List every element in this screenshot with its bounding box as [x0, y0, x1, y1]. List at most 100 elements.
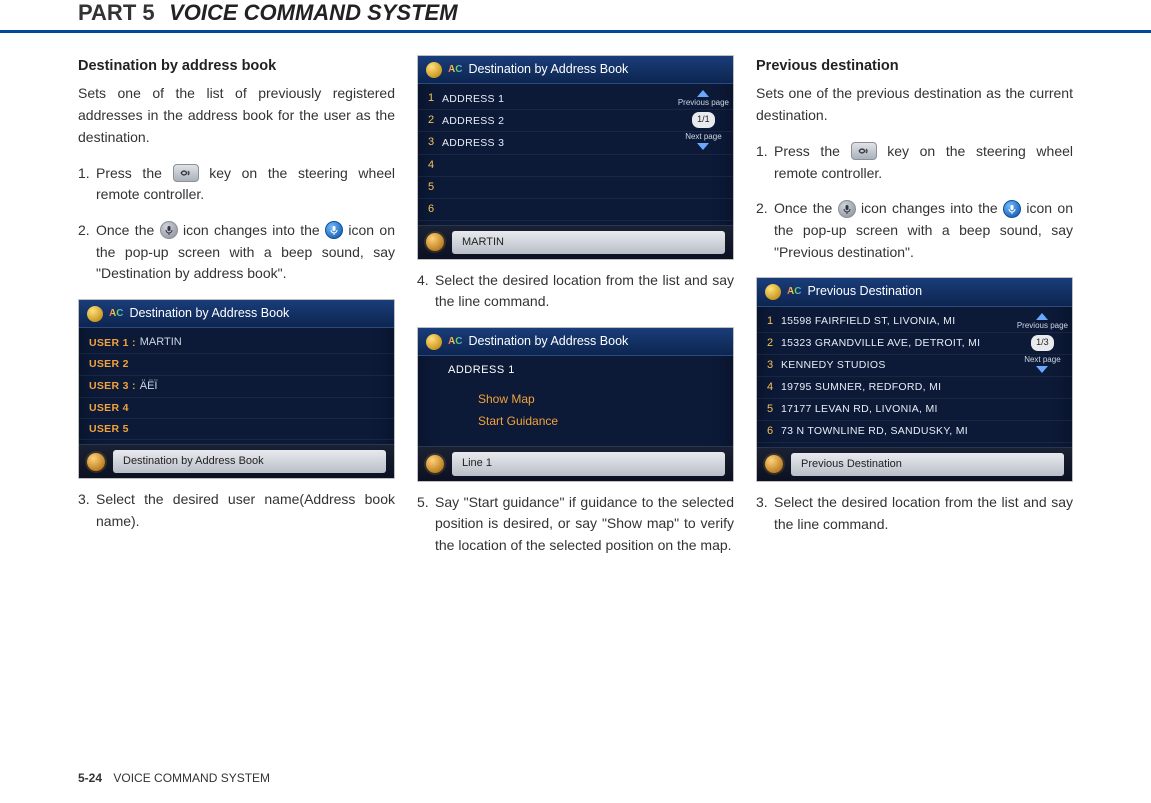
column-2: AC Destination by Address Book 1ADDRESS …	[417, 55, 734, 571]
step-2: 2. Once the icon changes into the icon o…	[78, 220, 395, 285]
step-text: Select the desired location from the lis…	[774, 492, 1073, 535]
step-number: 1.	[756, 141, 774, 184]
screen-footer: Line 1	[418, 446, 733, 480]
screen-header: AC Destination by Address Book	[418, 328, 733, 356]
chevron-down-icon	[1036, 366, 1048, 373]
pager-prev-label: Previous page	[678, 99, 729, 107]
screen-body: 115598 FAIRFIELD ST, LIVONIA, MI 215323 …	[757, 307, 1072, 447]
header-title: VOICE COMMAND SYSTEM	[169, 0, 457, 25]
list-item: USER 3 :ÄËÏ	[79, 376, 394, 398]
section-heading: Previous destination	[756, 55, 1073, 77]
step-text: Once the	[774, 200, 838, 216]
screen-body: USER 1 :MARTIN USER 2 USER 3 :ÄËÏ USER 4…	[79, 328, 394, 444]
step-number: 2.	[756, 198, 774, 263]
screen-header-icon	[426, 62, 442, 78]
ring-icon	[765, 455, 783, 473]
column-1: Destination by address book Sets one of …	[78, 55, 395, 571]
ac-badge: AC	[109, 306, 123, 322]
list-item: 6	[418, 199, 733, 221]
chevron-up-icon	[1036, 313, 1048, 320]
chevron-up-icon	[697, 90, 709, 97]
pager-next-label: Next page	[1024, 356, 1060, 364]
ring-icon	[426, 455, 444, 473]
footer-pill: Previous Destination	[791, 453, 1064, 476]
step-number: 3.	[756, 492, 774, 535]
screen-header: AC Destination by Address Book	[418, 56, 733, 84]
step-text: Say "Start guidance" if guidance to the …	[435, 492, 734, 557]
screen-header: AC Previous Destination	[757, 278, 1072, 306]
list-item: USER 5	[79, 419, 394, 440]
section-intro: Sets one of the list of previously regis…	[78, 83, 395, 148]
step-text: Once the	[96, 222, 160, 238]
page-number: 5-24	[78, 771, 102, 785]
screen-header: AC Destination by Address Book	[79, 300, 394, 328]
list-item: 419795 SUMNER, REDFORD, MI	[757, 377, 1072, 399]
mic-idle-icon	[838, 200, 856, 218]
step-number: 3.	[78, 489, 96, 532]
screenshot-user-list: AC Destination by Address Book USER 1 :M…	[78, 299, 395, 479]
chevron-down-icon	[697, 143, 709, 150]
ring-icon	[87, 453, 105, 471]
selected-address: ADDRESS 1	[448, 362, 733, 379]
footer-pill: Line 1	[452, 452, 725, 475]
screenshot-guidance: AC Destination by Address Book ADDRESS 1…	[417, 327, 734, 481]
pager: Previous page 1/1 Next page	[678, 90, 729, 150]
ac-badge: AC	[448, 62, 462, 78]
step-3: 3. Select the desired location from the …	[756, 492, 1073, 535]
voice-key-icon	[173, 164, 199, 182]
screen-title: Destination by Address Book	[129, 304, 289, 323]
step-text: Select the desired user name(Address boo…	[96, 489, 395, 532]
pager-next-label: Next page	[685, 133, 721, 141]
option-show-map: Show Map	[478, 390, 733, 409]
screen-body: 1ADDRESS 1 2ADDRESS 2 3ADDRESS 3 4 5 6 P…	[418, 84, 733, 224]
list-item: 673 N TOWNLINE RD, SANDUSKY, MI	[757, 421, 1072, 443]
screen-header-icon	[765, 284, 781, 300]
screen-title: Destination by Address Book	[468, 60, 628, 79]
ring-icon	[426, 233, 444, 251]
step-text: icon changes into the	[861, 200, 1003, 216]
screenshot-previous-destination: AC Previous Destination 115598 FAIRFIELD…	[756, 277, 1073, 482]
step-text: Press the	[96, 165, 173, 181]
step-1: 1. Press the key on the steering wheel r…	[78, 163, 395, 206]
footer-label: VOICE COMMAND SYSTEM	[113, 771, 270, 785]
page-footer: 5-24 VOICE COMMAND SYSTEM	[78, 771, 270, 785]
part-label: PART 5	[78, 0, 155, 25]
screen-title: Previous Destination	[807, 282, 922, 301]
ac-badge: AC	[448, 334, 462, 350]
pager-count: 1/3	[1031, 335, 1054, 351]
screen-title: Destination by Address Book	[468, 332, 628, 351]
screen-header-icon	[426, 334, 442, 350]
mic-active-icon	[1003, 200, 1021, 218]
ac-badge: AC	[787, 284, 801, 300]
option-start-guidance: Start Guidance	[478, 412, 733, 431]
step-5: 5. Say "Start guidance" if guidance to t…	[417, 492, 734, 557]
content-columns: Destination by address book Sets one of …	[0, 55, 1151, 571]
screen-footer: MARTIN	[418, 225, 733, 259]
column-3: Previous destination Sets one of the pre…	[756, 55, 1073, 571]
screen-footer: Destination by Address Book	[79, 444, 394, 478]
step-number: 1.	[78, 163, 96, 206]
mic-active-icon	[325, 221, 343, 239]
list-item: 517177 LEVAN RD, LIVONIA, MI	[757, 399, 1072, 421]
step-text: Press the	[774, 143, 851, 159]
section-intro: Sets one of the previous destination as …	[756, 83, 1073, 126]
list-item: USER 4	[79, 398, 394, 419]
section-heading: Destination by address book	[78, 55, 395, 77]
pager: Previous page 1/3 Next page	[1017, 313, 1068, 373]
mic-idle-icon	[160, 221, 178, 239]
list-item: 4	[418, 155, 733, 177]
step-number: 2.	[78, 220, 96, 285]
screenshot-address-list: AC Destination by Address Book 1ADDRESS …	[417, 55, 734, 260]
list-item: 5	[418, 177, 733, 199]
footer-pill: MARTIN	[452, 231, 725, 254]
list-item: USER 2	[79, 354, 394, 375]
screen-body: ADDRESS 1 Show Map Start Guidance	[418, 356, 733, 446]
step-text: icon changes into the	[183, 222, 325, 238]
pager-count: 1/1	[692, 112, 715, 128]
footer-pill: Destination by Address Book	[113, 450, 386, 473]
step-2: 2. Once the icon changes into the icon o…	[756, 198, 1073, 263]
step-4: 4. Select the desired location from the …	[417, 270, 734, 313]
list-item: USER 1 :MARTIN	[79, 332, 394, 354]
pager-prev-label: Previous page	[1017, 322, 1068, 330]
page-header: PART 5 VOICE COMMAND SYSTEM	[0, 0, 1151, 33]
